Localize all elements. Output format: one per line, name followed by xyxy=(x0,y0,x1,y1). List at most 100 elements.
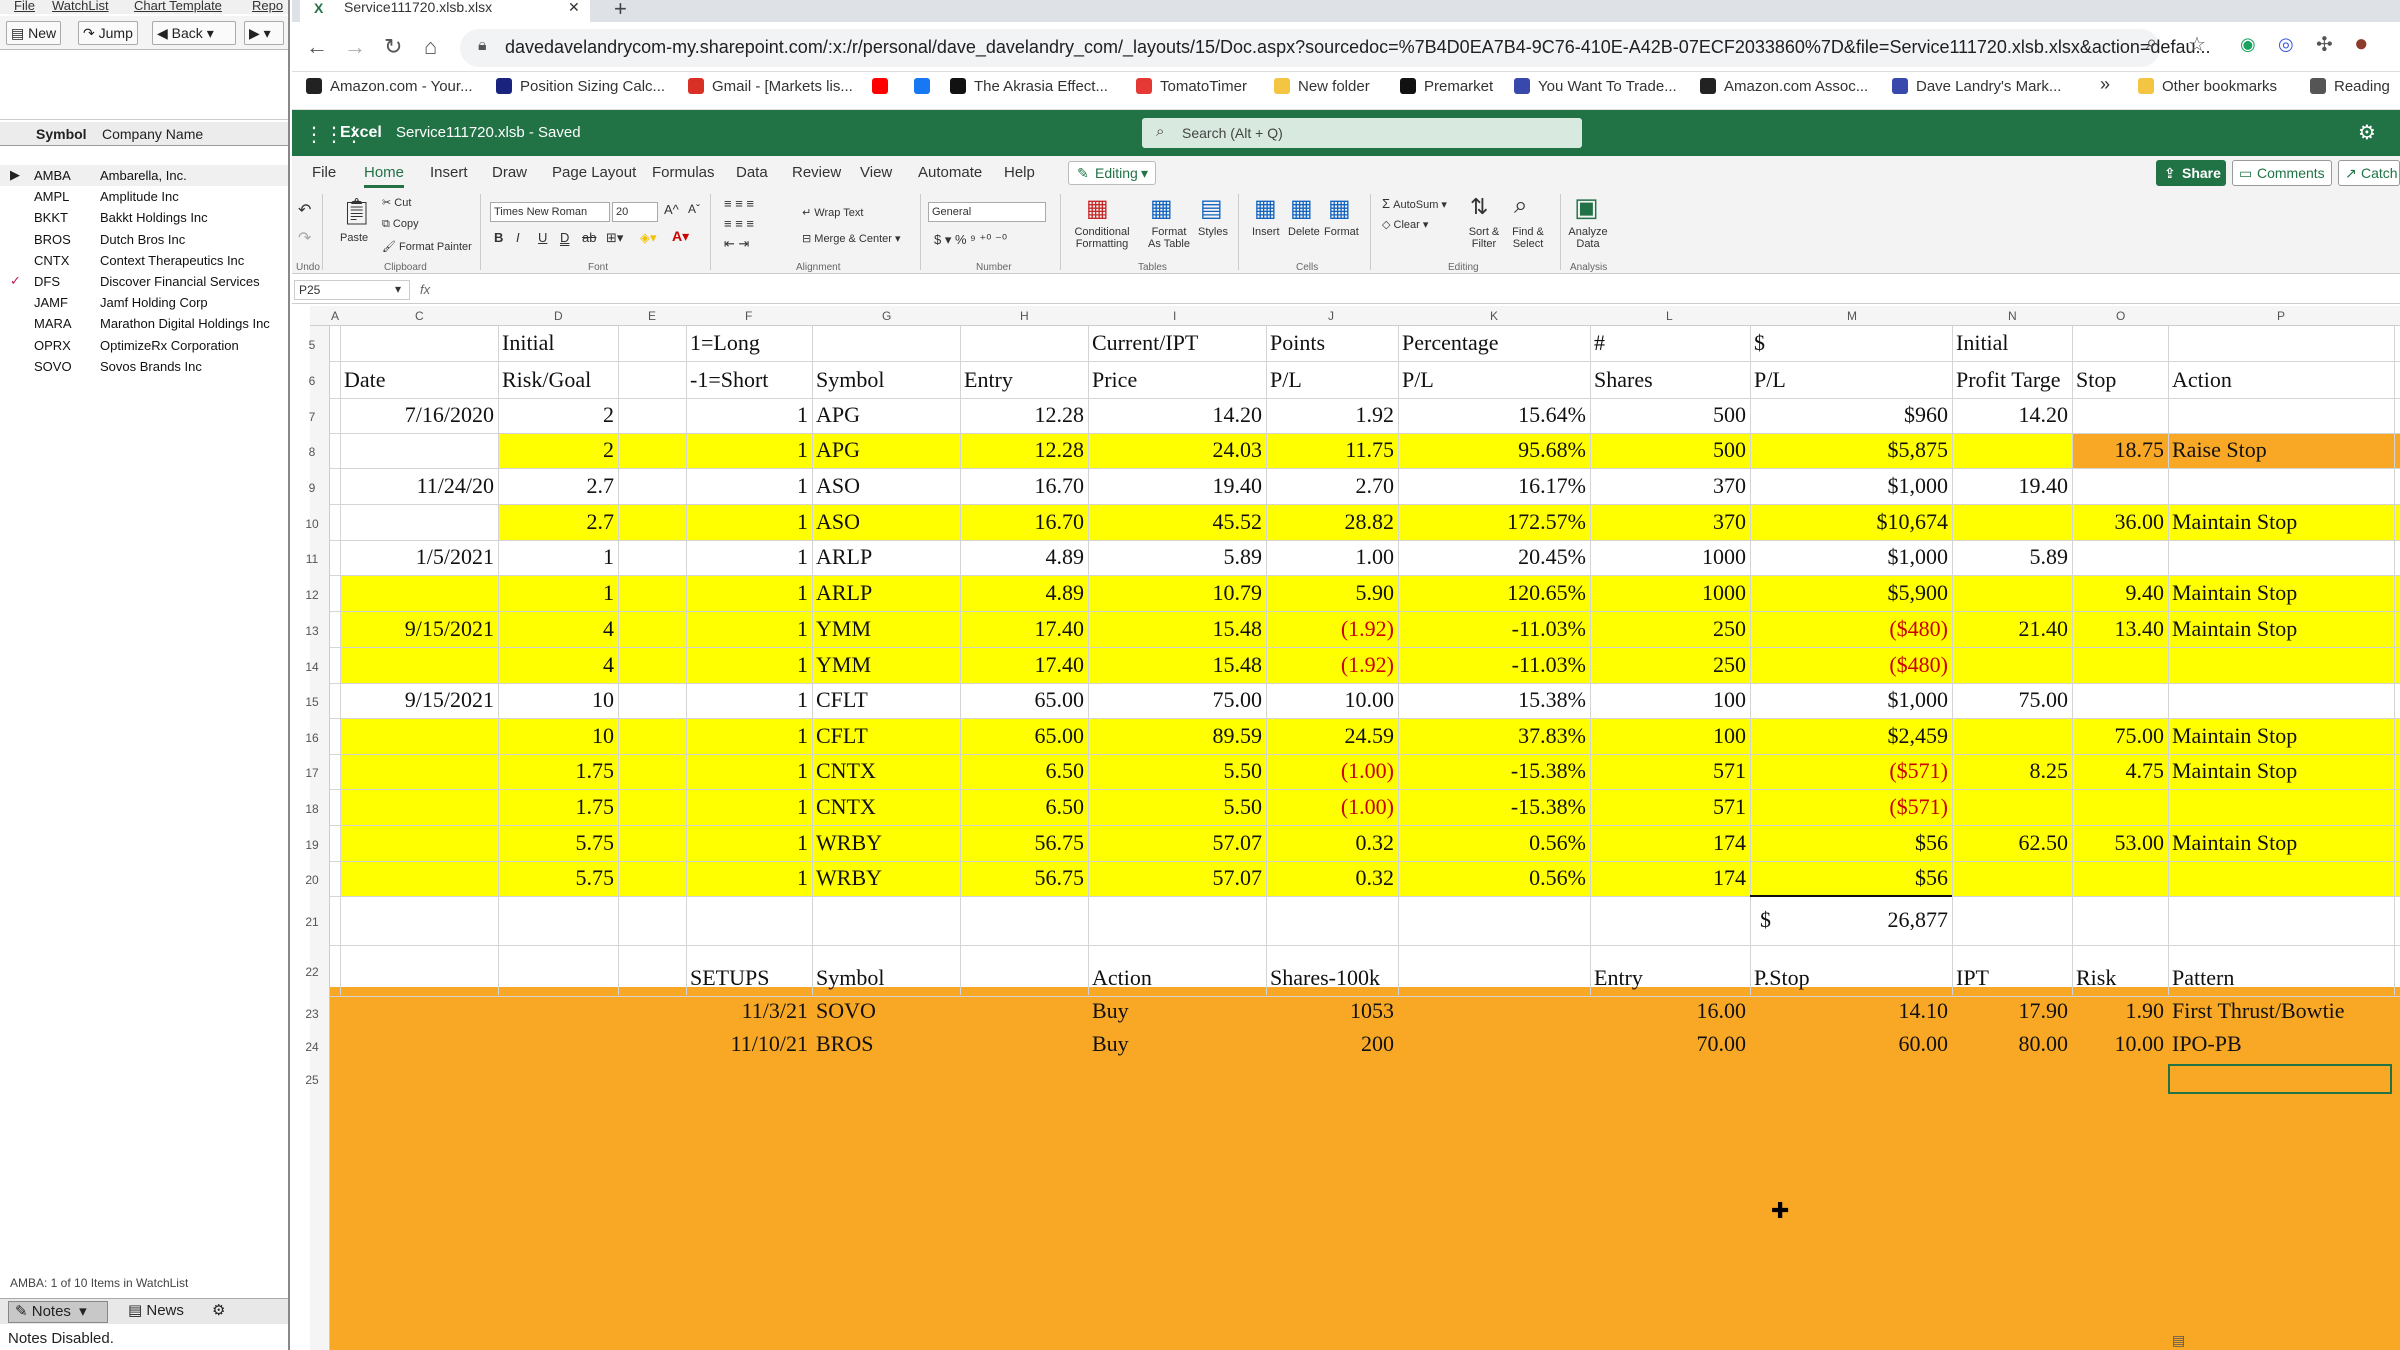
points-pl-cell[interactable]: (1.00) xyxy=(1266,794,1394,820)
extension-circle-icon[interactable]: ◎ xyxy=(2278,34,2294,55)
row-header[interactable]: 18 xyxy=(296,802,328,816)
editing-mode-button[interactable]: ✎ Editing ▾ xyxy=(1068,161,1156,185)
double-underline-icon[interactable]: D xyxy=(560,230,569,245)
risk-goal-cell[interactable]: 5.75 xyxy=(498,865,615,891)
format-as-table-button[interactable]: Format As Table xyxy=(1144,226,1194,250)
header-cell[interactable]: Profit Targe xyxy=(1956,367,2061,393)
profit-target-cell[interactable]: 75.00 xyxy=(1952,687,2069,713)
percent-pl-cell[interactable]: 95.68% xyxy=(1398,437,1586,463)
shares-cell[interactable]: 500 xyxy=(1590,437,1746,463)
insert-cells-button[interactable]: Insert xyxy=(1252,226,1280,238)
dollar-pl-cell[interactable]: $2,459 xyxy=(1750,723,1949,749)
row-header[interactable]: 13 xyxy=(296,624,328,638)
setup-pstop-cell[interactable]: 14.10 xyxy=(1750,998,1949,1024)
row-header[interactable]: 17 xyxy=(296,766,328,780)
watchlist-row[interactable]: MARA Marathon Digital Holdings Inc xyxy=(0,313,288,334)
profit-target-cell[interactable]: 21.40 xyxy=(1952,616,2069,642)
dollar-pl-cell[interactable]: $56 xyxy=(1750,830,1948,856)
format-cells-button[interactable]: Format xyxy=(1324,226,1359,238)
entry-cell[interactable]: 65.00 xyxy=(960,687,1085,713)
dollar-pl-cell[interactable]: ($480) xyxy=(1750,616,1948,642)
menu-watchlist[interactable]: WatchList xyxy=(52,0,109,13)
points-pl-cell[interactable]: 0.32 xyxy=(1266,865,1395,891)
autosum-button[interactable]: Σ AutoSum ▾ xyxy=(1382,196,1447,211)
reload-icon[interactable]: ↻ xyxy=(384,34,402,60)
watchlist-row[interactable]: BROS Dutch Bros Inc xyxy=(0,229,288,250)
bookmark-item[interactable]: Other bookmarks xyxy=(2138,78,2277,95)
symbol-cell[interactable]: CNTX xyxy=(816,794,876,820)
setup-action-cell[interactable]: Buy xyxy=(1092,1031,1129,1057)
setups-header-cell[interactable]: Entry xyxy=(1594,965,1643,991)
entry-cell[interactable]: 16.70 xyxy=(960,509,1085,535)
row-header[interactable]: 22 xyxy=(296,965,328,979)
dollar-pl-cell[interactable]: $1,000 xyxy=(1750,473,1949,499)
shares-cell[interactable]: 1000 xyxy=(1590,580,1746,606)
points-pl-cell[interactable]: 0.32 xyxy=(1266,830,1395,856)
risk-goal-cell[interactable]: 4 xyxy=(498,616,614,642)
header-cell[interactable]: Action xyxy=(2172,367,2232,393)
clear-button[interactable]: ◇ Clear ▾ xyxy=(1382,218,1428,231)
risk-goal-cell[interactable]: 4 xyxy=(498,652,614,678)
stop-cell[interactable]: 53.00 xyxy=(2072,830,2165,856)
selected-cell-P25[interactable] xyxy=(2168,1064,2392,1094)
setups-header-cell[interactable]: Risk xyxy=(2076,965,2116,991)
percent-pl-cell[interactable]: 120.65% xyxy=(1398,580,1586,606)
long-short-cell[interactable]: 1 xyxy=(686,723,808,749)
menu-chart-template[interactable]: Chart Template xyxy=(134,0,222,13)
points-pl-cell[interactable]: (1.00) xyxy=(1266,758,1394,784)
profile-avatar-icon[interactable]: ● xyxy=(2354,30,2369,58)
points-pl-cell[interactable]: 10.00 xyxy=(1266,687,1395,713)
dollar-pl-cell[interactable]: $10,674 xyxy=(1750,509,1949,535)
close-icon[interactable]: ✕ xyxy=(568,0,580,16)
tab-help[interactable]: Help xyxy=(1004,164,1035,181)
dollar-pl-cell[interactable]: $5,875 xyxy=(1750,437,1949,463)
share-button[interactable]: ⇪ Share xyxy=(2156,160,2226,186)
watchlist-row[interactable]: AMPL Amplitude Inc xyxy=(0,186,288,207)
format-as-table-icon[interactable]: ▦ xyxy=(1150,194,1173,223)
paste-button[interactable]: Paste xyxy=(340,232,368,244)
profit-target-cell[interactable]: 19.40 xyxy=(1952,473,2069,499)
header-cell[interactable]: Stop xyxy=(2076,367,2116,393)
formula-input[interactable] xyxy=(448,280,2388,300)
entry-cell[interactable]: 4.89 xyxy=(960,544,1085,570)
bookmark-item[interactable]: Dave Landry's Mark... xyxy=(1892,78,2061,95)
notes-button[interactable]: ✎ Notes ▾ xyxy=(8,1301,108,1323)
long-short-cell[interactable]: 1 xyxy=(686,687,808,713)
setup-ipt-cell[interactable]: 17.90 xyxy=(1952,998,2069,1024)
watchlist-row[interactable]: ✓ DFS Discover Financial Services xyxy=(0,271,288,292)
shares-cell[interactable]: 370 xyxy=(1590,509,1746,535)
tab-draw[interactable]: Draw xyxy=(492,164,527,181)
fill-color-icon[interactable]: ◈▾ xyxy=(640,230,657,246)
long-short-cell[interactable]: 1 xyxy=(686,865,808,891)
column-header[interactable]: E xyxy=(648,309,656,323)
entry-cell[interactable]: 6.50 xyxy=(960,758,1085,784)
setups-header-cell[interactable]: Pattern xyxy=(2172,965,2234,991)
price-cell[interactable]: 57.07 xyxy=(1088,830,1263,856)
stop-cell[interactable]: 36.00 xyxy=(2072,509,2165,535)
long-short-cell[interactable]: 1 xyxy=(686,580,808,606)
price-cell[interactable]: 5.50 xyxy=(1088,794,1263,820)
symbol-cell[interactable]: APG xyxy=(816,437,860,463)
date-cell[interactable]: 1/5/2021 xyxy=(340,544,494,570)
points-pl-cell[interactable]: 5.90 xyxy=(1266,580,1395,606)
column-header[interactable]: P xyxy=(2277,309,2285,323)
stop-cell[interactable]: 13.40 xyxy=(2072,616,2165,642)
column-header[interactable]: L xyxy=(1666,309,1673,323)
percent-pl-cell[interactable]: 0.56% xyxy=(1398,865,1586,891)
long-short-cell[interactable]: 1 xyxy=(686,509,808,535)
price-cell[interactable]: 15.48 xyxy=(1088,616,1263,642)
price-cell[interactable]: 15.48 xyxy=(1088,652,1263,678)
shares-cell[interactable]: 100 xyxy=(1590,723,1746,749)
entry-cell[interactable]: 4.89 xyxy=(960,580,1085,606)
percent-pl-cell[interactable]: -15.38% xyxy=(1398,794,1586,820)
points-pl-cell[interactable]: 2.70 xyxy=(1266,473,1395,499)
long-short-cell[interactable]: 1 xyxy=(686,794,808,820)
action-cell[interactable]: Maintain Stop xyxy=(2172,509,2297,535)
setups-header-cell[interactable]: P.Stop xyxy=(1754,965,1810,991)
points-pl-cell[interactable]: 28.82 xyxy=(1266,509,1395,535)
font-name-select[interactable]: Times New Roman xyxy=(490,202,610,222)
row-header[interactable]: 7 xyxy=(296,410,328,424)
bookmark-star-icon[interactable]: ☆ xyxy=(2188,32,2206,57)
percent-pl-cell[interactable]: 15.64% xyxy=(1398,402,1586,428)
dollar-pl-cell[interactable]: $960 xyxy=(1750,402,1948,428)
